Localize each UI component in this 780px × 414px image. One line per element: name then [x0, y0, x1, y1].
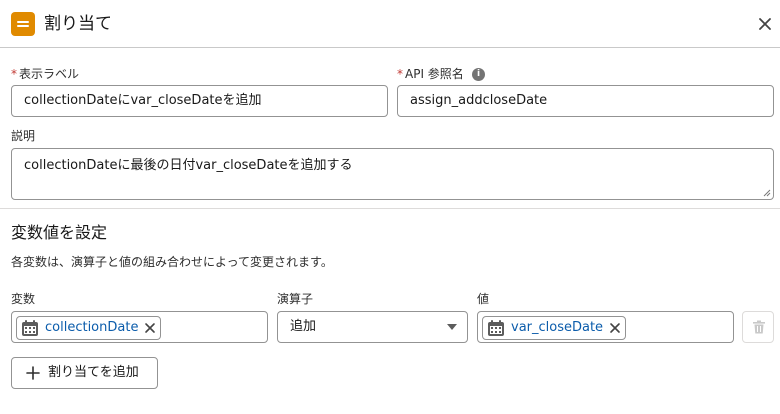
value-input[interactable]: var_closeDate [477, 311, 734, 343]
description-textarea[interactable]: collectionDateに最後の日付var_closeDateを追加する [11, 148, 774, 200]
value-pill-label: var_closeDate [511, 320, 604, 335]
section-divider [0, 208, 780, 209]
close-icon[interactable] [756, 15, 774, 33]
info-icon[interactable]: i [472, 68, 485, 81]
assignment-icon [11, 12, 35, 36]
remove-icon[interactable] [609, 322, 621, 334]
variable-input[interactable]: collectionDate [11, 311, 268, 343]
remove-icon[interactable] [144, 322, 156, 334]
add-assignment-button[interactable]: 割り当てを追加 [11, 357, 158, 389]
label-field-label-text: 表示ラベル [19, 67, 80, 81]
calendar-icon [488, 320, 504, 336]
label-field-label: * 表示ラベル [11, 66, 79, 82]
operator-select[interactable]: 追加 [277, 311, 468, 343]
required-mark: * [397, 67, 403, 81]
variable-pill[interactable]: collectionDate [16, 316, 162, 340]
api-name-field-label: * API 参照名 [397, 66, 464, 82]
operator-selected-value: 追加 [290, 319, 317, 334]
required-mark: * [11, 67, 17, 81]
variable-pill-label: collectionDate [45, 320, 139, 335]
api-name-label-text: API 参照名 [405, 67, 464, 81]
variable-column-label: 変数 [11, 292, 36, 306]
resize-handle-icon[interactable] [761, 187, 771, 197]
plus-icon [26, 366, 40, 380]
operator-column-label: 演算子 [277, 292, 314, 306]
modal-header: 割り当て [0, 0, 780, 48]
description-label: 説明 [11, 129, 36, 143]
value-pill[interactable]: var_closeDate [482, 316, 627, 340]
description-text: collectionDateに最後の日付var_closeDateを追加する [24, 158, 353, 173]
trash-icon [753, 320, 765, 334]
add-assignment-label: 割り当てを追加 [48, 365, 139, 380]
section-title: 変数値を設定 [11, 223, 108, 242]
chevron-down-icon [447, 324, 457, 330]
value-column-label: 値 [477, 292, 490, 306]
section-description: 各変数は、演算子と値の組み合わせによって変更されます。 [11, 255, 333, 269]
modal-title: 割り当て [44, 14, 112, 34]
delete-row-button[interactable] [742, 311, 774, 343]
calendar-icon [22, 320, 38, 336]
api-name-input[interactable]: assign_addcloseDate [397, 85, 774, 117]
label-input[interactable]: collectionDateにvar_closeDateを追加 [11, 85, 388, 117]
